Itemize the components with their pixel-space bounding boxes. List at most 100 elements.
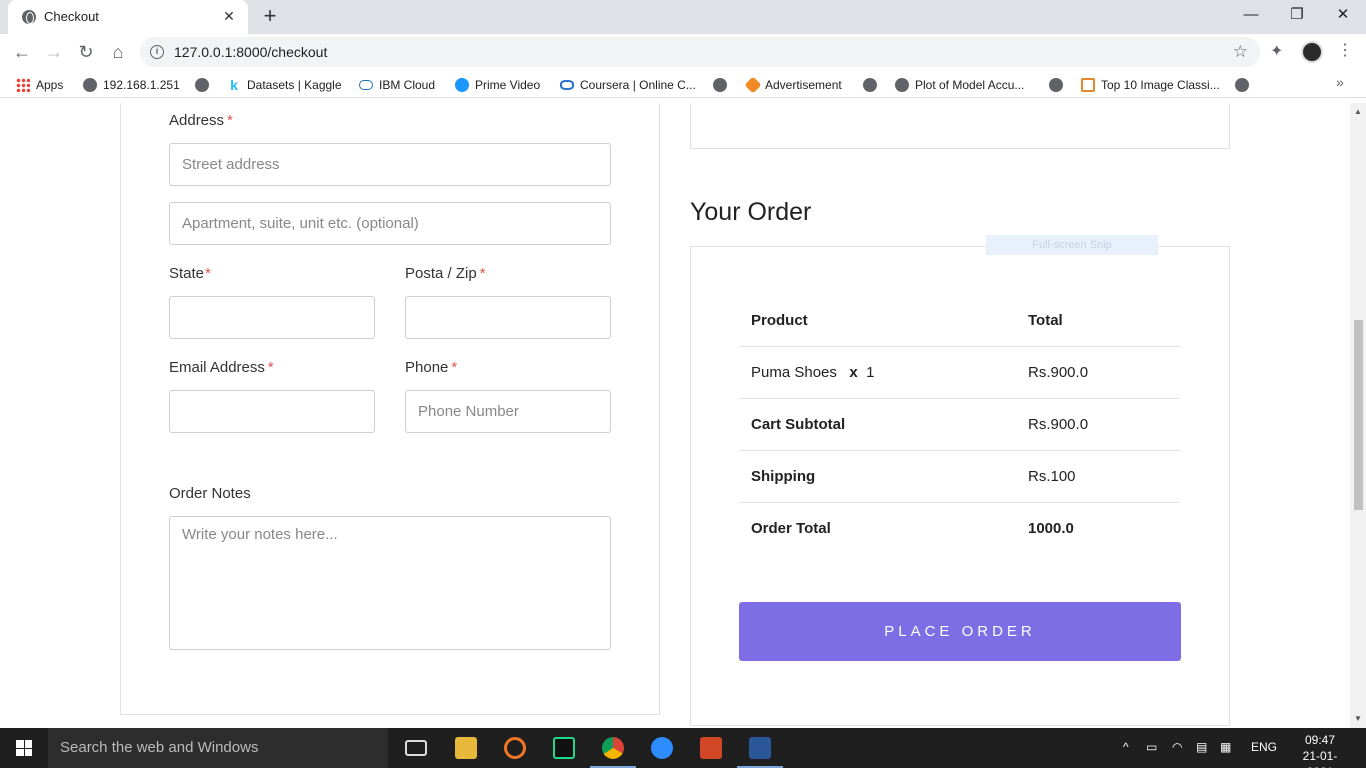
order-total-row: Order Total 1000.0 (739, 503, 1180, 555)
wifi-icon[interactable]: ◠ (1172, 740, 1182, 754)
place-order-button[interactable]: PLACE ORDER (739, 602, 1181, 661)
coursera-icon (560, 80, 574, 90)
globe-icon (713, 78, 727, 92)
address-bar[interactable]: i 127.0.0.1:8000/checkout ☆ (140, 37, 1260, 67)
pycharm-icon[interactable] (553, 737, 575, 759)
bookmark-globe[interactable] (195, 76, 209, 94)
order-notes-label: Order Notes (169, 485, 251, 502)
bookmark-advertisement[interactable]: Advertisement (744, 76, 842, 94)
url-text[interactable]: 127.0.0.1:8000/checkout (174, 44, 327, 60)
zip-label: Posta / Zip * (405, 265, 486, 282)
reload-button[interactable]: ↻ (74, 40, 98, 64)
prime-video-icon (455, 78, 469, 92)
checkout-page: Address* State* Posta / Zip* Email Addre… (0, 103, 1350, 728)
clock-time: 09:47 (1304, 733, 1336, 747)
email-label: Email Address * (169, 359, 274, 376)
subtotal-value: Rs.900.0 (1028, 416, 1089, 433)
tab-checkout[interactable]: Checkout ✕ (8, 0, 248, 34)
globe-icon (195, 78, 209, 92)
bookmark-plot[interactable]: Plot of Model Accu... (895, 76, 1024, 94)
state-input[interactable] (169, 296, 375, 339)
profile-avatar[interactable] (1301, 41, 1323, 63)
tray-overflow-icon[interactable]: ^ (1123, 740, 1129, 754)
order-notes-textarea[interactable] (169, 516, 611, 650)
scroll-down-icon[interactable]: ▼ (1354, 714, 1362, 723)
order-total-label: Order Total (751, 520, 831, 537)
bookmark-ibm-cloud[interactable]: IBM Cloud (359, 76, 435, 94)
item-name: Puma Shoes x 1 (751, 364, 875, 381)
forward-button[interactable]: → (42, 40, 66, 64)
state-label: State* (169, 265, 211, 282)
bookmark-top10[interactable]: Top 10 Image Classi... (1081, 76, 1220, 94)
street-address-input[interactable] (169, 143, 611, 186)
total-column-header: Total (1028, 312, 1063, 329)
bookmark-ip[interactable]: 192.168.1.251 (83, 76, 180, 94)
bookmark-globe-3[interactable] (863, 76, 877, 94)
product-column-header: Product (751, 312, 808, 329)
browser-toolbar: ← → ↻ ⌂ i 127.0.0.1:8000/checkout ☆ (0, 34, 1366, 70)
order-header-row: Product Total (739, 295, 1180, 347)
back-button[interactable]: ← (10, 40, 34, 64)
bookmark-coursera[interactable]: Coursera | Online C... (560, 76, 696, 94)
order-total-value: 1000.0 (1028, 520, 1074, 537)
email-input[interactable] (169, 390, 375, 433)
battery-icon[interactable]: ▭ (1146, 740, 1157, 754)
bookmark-kaggle[interactable]: k Datasets | Kaggle (227, 76, 341, 94)
bookmark-globe-5[interactable] (1235, 76, 1249, 94)
tab-strip: Checkout ✕ + — ❐ ✕ (0, 0, 1366, 34)
bookmark-apps[interactable]: Apps (16, 76, 63, 94)
tab-title: Checkout (44, 9, 99, 24)
shipping-label: Shipping (751, 468, 816, 485)
scroll-up-icon[interactable]: ▲ (1354, 107, 1362, 116)
windows-start-icon[interactable] (16, 740, 32, 756)
keyboard-icon[interactable]: ▦ (1220, 740, 1231, 754)
system-clock[interactable]: 09:47 21-01-2021 (1290, 732, 1350, 780)
phone-label: Phone * (405, 359, 458, 376)
word-icon[interactable] (749, 737, 771, 759)
notification-icon[interactable]: ▤ (1196, 740, 1207, 754)
globe-icon (83, 78, 97, 92)
windows-taskbar: Search the web and Windows ^ ▭ ◠ ▤ ▦ ENG… (0, 728, 1366, 779)
bookmark-prime-video[interactable]: Prime Video (455, 76, 540, 94)
subtotal-row: Cart Subtotal Rs.900.0 (739, 399, 1180, 451)
subtotal-label: Cart Subtotal (751, 416, 846, 433)
powerpoint-icon[interactable] (700, 737, 722, 759)
site-info-icon[interactable]: i (150, 45, 164, 59)
shipping-row: Shipping Rs.100 (739, 451, 1180, 503)
shipping-value: Rs.100 (1028, 468, 1076, 485)
package-icon (744, 76, 762, 94)
zip-input[interactable] (405, 296, 611, 339)
browser-menu-icon[interactable]: ⋮ (1337, 40, 1353, 60)
kaggle-icon: k (230, 77, 238, 93)
your-order-heading: Your Order (690, 198, 812, 226)
bookmarks-bar: Apps 192.168.1.251 k Datasets | Kaggle IB… (0, 70, 1366, 98)
chrome-icon[interactable] (602, 737, 624, 759)
new-tab-button[interactable]: + (258, 5, 282, 29)
zoom-icon[interactable] (651, 737, 673, 759)
file-explorer-icon[interactable] (455, 737, 477, 759)
bookmark-globe-4[interactable] (1049, 76, 1063, 94)
globe-icon (895, 78, 909, 92)
task-view-icon[interactable] (405, 740, 427, 756)
globe-icon (1235, 78, 1249, 92)
extensions-icon[interactable]: ✦ (1270, 41, 1283, 61)
phone-input[interactable] (405, 390, 611, 433)
page-scrollbar[interactable]: ▲ ▼ (1350, 103, 1366, 728)
scrollbar-thumb[interactable] (1354, 320, 1363, 510)
snip-overlay: Full-screen Snip (986, 235, 1158, 255)
home-button[interactable]: ⌂ (106, 40, 130, 64)
item-total: Rs.900.0 (1028, 364, 1089, 381)
apartment-input[interactable] (169, 202, 611, 245)
language-indicator[interactable]: ENG (1251, 740, 1277, 754)
jupyter-icon[interactable] (504, 737, 526, 759)
close-tab-icon[interactable]: ✕ (220, 7, 238, 25)
close-window-button[interactable]: ✕ (1320, 0, 1366, 32)
order-item-row: Puma Shoes x 1 Rs.900.0 (739, 347, 1180, 399)
bookmark-star-icon[interactable]: ☆ (1233, 42, 1248, 62)
bookmarks-overflow-icon[interactable]: » (1336, 74, 1344, 90)
taskbar-search[interactable]: Search the web and Windows (48, 728, 388, 768)
minimize-button[interactable]: — (1228, 0, 1274, 32)
bookmark-globe-2[interactable] (713, 76, 727, 94)
restore-button[interactable]: ❐ (1274, 0, 1320, 32)
cloud-icon (359, 80, 373, 90)
